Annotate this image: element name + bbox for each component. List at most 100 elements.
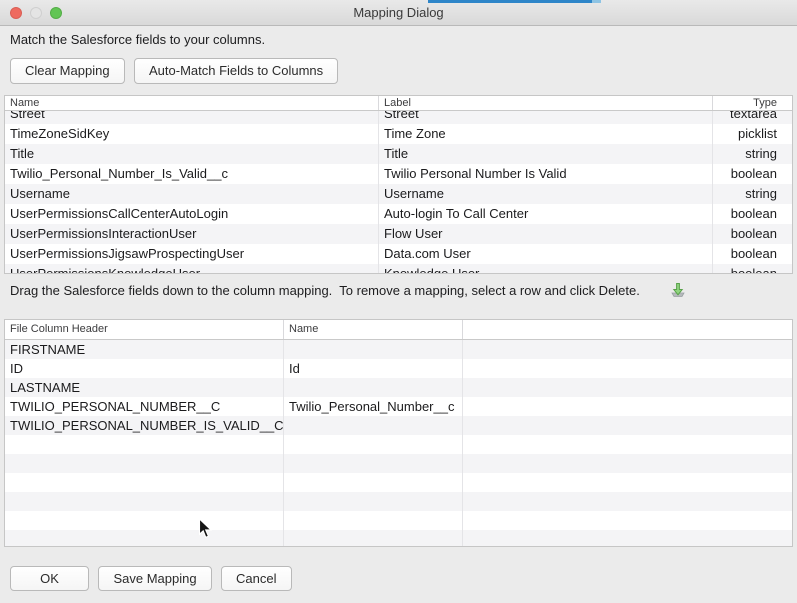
field-cell-label: Data.com User — [379, 244, 713, 264]
toolbar: Clear Mapping Auto-Match Fields to Colum… — [10, 58, 343, 84]
field-row[interactable]: Twilio_Personal_Number_Is_Valid__cTwilio… — [5, 164, 792, 184]
mapping-cell-blank — [284, 530, 463, 546]
field-cell-type: boolean — [713, 164, 792, 184]
field-row[interactable]: UserPermissionsJigsawProspectingUserData… — [5, 244, 792, 264]
mapping-row-empty[interactable] — [5, 492, 792, 511]
fields-table-body[interactable]: StreetStreettextareaTimeZoneSidKeyTime Z… — [5, 111, 792, 273]
column-header-name: Name — [5, 96, 379, 110]
mapping-row-empty[interactable] — [5, 530, 792, 546]
field-cell-name: Username — [5, 184, 379, 204]
field-cell-type: string — [713, 144, 792, 164]
column-header-label: Label — [379, 96, 713, 110]
field-cell-label: Username — [379, 184, 713, 204]
match-instruction-text: Match the Salesforce fields to your colu… — [10, 32, 265, 47]
mapping-cell-blank — [463, 530, 792, 546]
fields-table-header: Name Label Type — [5, 96, 792, 111]
field-row[interactable]: StreetStreettextarea — [5, 111, 792, 124]
field-row[interactable]: UserPermissionsCallCenterAutoLoginAuto-l… — [5, 204, 792, 224]
auto-match-button[interactable]: Auto-Match Fields to Columns — [134, 58, 338, 84]
field-row[interactable]: UsernameUsernamestring — [5, 184, 792, 204]
mapping-cell-name — [284, 378, 463, 397]
field-cell-type: boolean — [713, 204, 792, 224]
green-down-arrow-icon — [668, 280, 688, 305]
mapping-row-empty[interactable] — [5, 511, 792, 530]
field-cell-name: Street — [5, 111, 379, 124]
mapping-row[interactable]: TWILIO_PERSONAL_NUMBER__CTwilio_Personal… — [5, 397, 792, 416]
field-cell-type: string — [713, 184, 792, 204]
salesforce-fields-table[interactable]: Name Label Type StreetStreettextareaTime… — [4, 95, 793, 274]
column-header-mapped-name: Name — [284, 320, 463, 339]
mapping-cell-blank — [5, 435, 284, 454]
mapping-cell-file_column: TWILIO_PERSONAL_NUMBER__C — [5, 397, 284, 416]
mapping-cell-file_column: LASTNAME — [5, 378, 284, 397]
clear-mapping-button[interactable]: Clear Mapping — [10, 58, 125, 84]
mapping-cell-blank — [463, 359, 792, 378]
field-cell-name: Twilio_Personal_Number_Is_Valid__c — [5, 164, 379, 184]
mapping-row[interactable]: LASTNAME — [5, 378, 792, 397]
mapping-table-body[interactable]: FIRSTNAMEIDIdLASTNAMETWILIO_PERSONAL_NUM… — [5, 340, 792, 546]
field-cell-name: UserPermissionsJigsawProspectingUser — [5, 244, 379, 264]
field-row[interactable]: TimeZoneSidKeyTime Zonepicklist — [5, 124, 792, 144]
mapping-cell-file_column: ID — [5, 359, 284, 378]
mapping-cell-file_column: TWILIO_PERSONAL_NUMBER_IS_VALID__C — [5, 416, 284, 435]
mapping-cell-name: Twilio_Personal_Number__c — [284, 397, 463, 416]
field-cell-name: UserPermissionsCallCenterAutoLogin — [5, 204, 379, 224]
field-cell-type: boolean — [713, 224, 792, 244]
column-header-file-column: File Column Header — [5, 320, 284, 339]
footer-button-bar: OK Save Mapping Cancel — [10, 566, 297, 591]
drag-instruction-bar: Drag the Salesforce fields down to the c… — [0, 275, 797, 319]
drag-instruction-text: Drag the Salesforce fields down to the c… — [10, 283, 640, 298]
mapping-cell-blank — [463, 397, 792, 416]
field-cell-name: UserPermissionsInteractionUser — [5, 224, 379, 244]
mapping-cell-blank — [284, 473, 463, 492]
window-title: Mapping Dialog — [0, 0, 797, 26]
cancel-button[interactable]: Cancel — [221, 566, 291, 591]
field-cell-name: UserPermissionsKnowledgeUser — [5, 264, 379, 273]
mapping-cell-blank — [463, 473, 792, 492]
field-row[interactable]: UserPermissionsInteractionUserFlow Userb… — [5, 224, 792, 244]
field-cell-label: Flow User — [379, 224, 713, 244]
field-row[interactable]: TitleTitlestring — [5, 144, 792, 164]
mapping-table-header: File Column Header Name — [5, 320, 792, 340]
mapping-cell-blank — [284, 435, 463, 454]
mapping-cell-blank — [463, 416, 792, 435]
mapping-cell-name — [284, 340, 463, 359]
mapping-row-empty[interactable] — [5, 473, 792, 492]
save-mapping-button[interactable]: Save Mapping — [98, 566, 211, 591]
mapping-cell-blank — [5, 473, 284, 492]
mapping-cell-blank — [284, 492, 463, 511]
column-header-type: Type — [713, 96, 792, 110]
field-cell-type: boolean — [713, 264, 792, 273]
mapping-row[interactable]: TWILIO_PERSONAL_NUMBER_IS_VALID__C — [5, 416, 792, 435]
titlebar[interactable]: Mapping Dialog — [0, 0, 797, 26]
mapping-cell-name: Id — [284, 359, 463, 378]
mapping-row[interactable]: FIRSTNAME — [5, 340, 792, 359]
mapping-cell-blank — [5, 511, 284, 530]
mapping-cell-blank — [5, 492, 284, 511]
field-cell-label: Time Zone — [379, 124, 713, 144]
column-mapping-table[interactable]: File Column Header Name FIRSTNAMEIDIdLAS… — [4, 319, 793, 547]
column-header-blank — [463, 320, 792, 339]
mapping-cell-blank — [5, 530, 284, 546]
mapping-cell-blank — [463, 340, 792, 359]
mapping-row-empty[interactable] — [5, 435, 792, 454]
field-cell-name: Title — [5, 144, 379, 164]
mapping-cell-name — [284, 416, 463, 435]
mapping-cell-blank — [463, 492, 792, 511]
mapping-row[interactable]: IDId — [5, 359, 792, 378]
ok-button[interactable]: OK — [10, 566, 89, 591]
mapping-cell-blank — [463, 454, 792, 473]
mapping-cell-blank — [463, 435, 792, 454]
mapping-cell-file_column: FIRSTNAME — [5, 340, 284, 359]
mapping-cell-blank — [284, 511, 463, 530]
mapping-cell-blank — [463, 511, 792, 530]
field-row[interactable]: UserPermissionsKnowledgeUserKnowledge Us… — [5, 264, 792, 273]
mapping-row-empty[interactable] — [5, 454, 792, 473]
field-cell-type: textarea — [713, 111, 792, 124]
field-cell-type: picklist — [713, 124, 792, 144]
field-cell-name: TimeZoneSidKey — [5, 124, 379, 144]
field-cell-label: Title — [379, 144, 713, 164]
field-cell-label: Knowledge User — [379, 264, 713, 273]
field-cell-label: Auto-login To Call Center — [379, 204, 713, 224]
field-cell-label: Street — [379, 111, 713, 124]
